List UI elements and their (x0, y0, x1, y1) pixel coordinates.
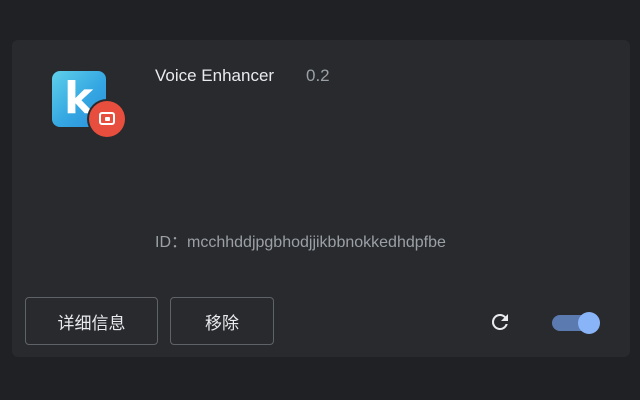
reload-icon[interactable] (488, 310, 512, 334)
extension-id: ID：mcchhddjpgbhodjjikbbnokkedhdpfbe (155, 233, 446, 253)
extension-card: k Voice Enhancer 0.2 ID：mcchhddjpgbhodjj… (12, 40, 630, 357)
extension-id-label: ID： (155, 234, 188, 251)
camera-badge-icon (89, 101, 125, 137)
enable-toggle[interactable] (552, 312, 602, 334)
extension-id-value: mcchhddjpgbhodjjikbbnokkedhdpfbe (187, 234, 446, 251)
details-button[interactable]: 详细信息 (25, 297, 158, 345)
toggle-knob (578, 312, 600, 334)
extension-app-icon: k (52, 71, 125, 144)
camera-icon (99, 112, 115, 125)
extension-name: Voice Enhancer (155, 66, 275, 85)
extension-version: 0.2 (306, 66, 330, 85)
remove-button[interactable]: 移除 (170, 297, 274, 345)
